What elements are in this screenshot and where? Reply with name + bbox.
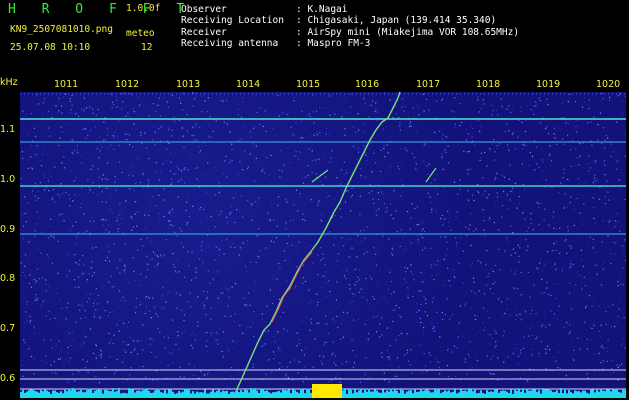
datetime-label: 25.07.08 10:10 bbox=[10, 42, 91, 53]
spectrogram-canvas bbox=[20, 92, 626, 398]
x-tick-label: 1015 bbox=[296, 79, 321, 90]
version-label: 1.0.0f bbox=[126, 3, 161, 14]
y-tick-label: 0.7 bbox=[0, 323, 16, 334]
doppler-trace bbox=[232, 92, 401, 398]
doppler-trace-highlight bbox=[271, 251, 313, 323]
location-value: : Chigasaki, Japan (139.414 35.340) bbox=[296, 15, 497, 26]
receiver-label: Receiver bbox=[181, 27, 227, 38]
antenna-value: : Maspro FM-3 bbox=[296, 38, 371, 49]
mode-label: meteo bbox=[126, 28, 155, 39]
x-tick-label: 1019 bbox=[536, 79, 561, 90]
y-tick-label: 1.1 bbox=[0, 124, 16, 135]
filename-label: KN9_2507081010.png bbox=[10, 24, 113, 35]
noise-layer bbox=[20, 92, 626, 384]
x-tick-label: 1012 bbox=[115, 79, 140, 90]
observer-label: Observer bbox=[181, 4, 227, 15]
x-tick-label: 1018 bbox=[476, 79, 501, 90]
app-title: H R O F F T bbox=[8, 2, 194, 17]
x-tick-label: 1011 bbox=[54, 79, 79, 90]
location-label: Receiving Location bbox=[181, 15, 284, 26]
x-tick-label: 1014 bbox=[236, 79, 261, 90]
x-tick-label: 1020 bbox=[596, 79, 621, 90]
y-tick-label: 0.8 bbox=[0, 273, 16, 284]
spectrogram bbox=[20, 92, 626, 398]
hrofft-window: H R O F F T 1.0.0f KN9_2507081010.png me… bbox=[0, 0, 629, 400]
antenna-label: Receiving antenna bbox=[181, 38, 279, 49]
x-tick-label: 1017 bbox=[416, 79, 441, 90]
receiver-value: : AirSpy mini (Miakejima VOR 108.65MHz) bbox=[296, 27, 520, 38]
y-tick-label: 0.6 bbox=[0, 373, 16, 384]
y-tick-label: 0.9 bbox=[0, 224, 16, 235]
count-label: 12 bbox=[141, 42, 153, 53]
frequency-axis: 1011 1012 1013 1014 1015 1016 1017 1018 … bbox=[0, 79, 629, 91]
x-tick-label: 1016 bbox=[355, 79, 380, 90]
burst-block bbox=[312, 384, 342, 398]
meteor-streak bbox=[311, 169, 329, 183]
observer-value: : K.Nagai bbox=[296, 4, 348, 15]
y-tick-label: 1.0 bbox=[0, 174, 16, 185]
x-tick-label: 1013 bbox=[176, 79, 201, 90]
